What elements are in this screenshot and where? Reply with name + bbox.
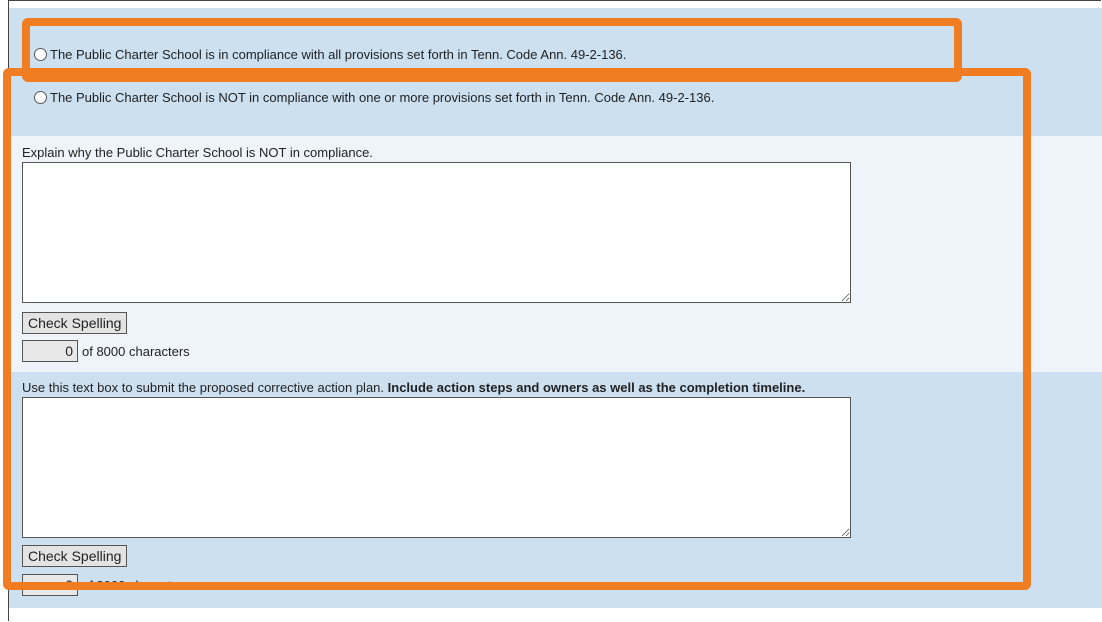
compliance-radio-section [9, 8, 1102, 136]
explain-label: Explain why the Public Charter School is… [22, 145, 373, 160]
plan-counter-value: 0 [22, 574, 78, 596]
explain-textarea[interactable] [22, 162, 851, 303]
explain-counter-suffix: of 8000 characters [82, 343, 190, 359]
plan-counter-suffix: of 8000 characters [82, 577, 190, 593]
corrective-plan-label-text: Use this text box to submit the proposed… [22, 380, 388, 395]
check-spelling-button-explain[interactable]: Check Spelling [22, 312, 128, 334]
corrective-plan-label-bold: Include action steps and owners as well … [387, 380, 806, 395]
explain-counter-value: 0 [22, 340, 78, 362]
radio-button-not-compliant[interactable] [34, 91, 47, 104]
explain-character-counter: 0 of 8000 characters [22, 340, 190, 362]
check-spelling-button-plan[interactable]: Check Spelling [22, 545, 128, 567]
corrective-plan-label: Use this text box to submit the proposed… [22, 380, 805, 395]
radio-option-compliant[interactable]: The Public Charter School is in complian… [34, 47, 626, 62]
corrective-plan-textarea[interactable] [22, 397, 851, 538]
radio-option-not-compliant-label: The Public Charter School is NOT in comp… [50, 90, 715, 105]
radio-option-compliant-label: The Public Charter School is in complian… [50, 47, 627, 62]
radio-option-not-compliant[interactable]: The Public Charter School is NOT in comp… [34, 90, 714, 105]
plan-character-counter: 0 of 8000 characters [22, 574, 190, 596]
radio-button-compliant[interactable] [34, 48, 47, 61]
